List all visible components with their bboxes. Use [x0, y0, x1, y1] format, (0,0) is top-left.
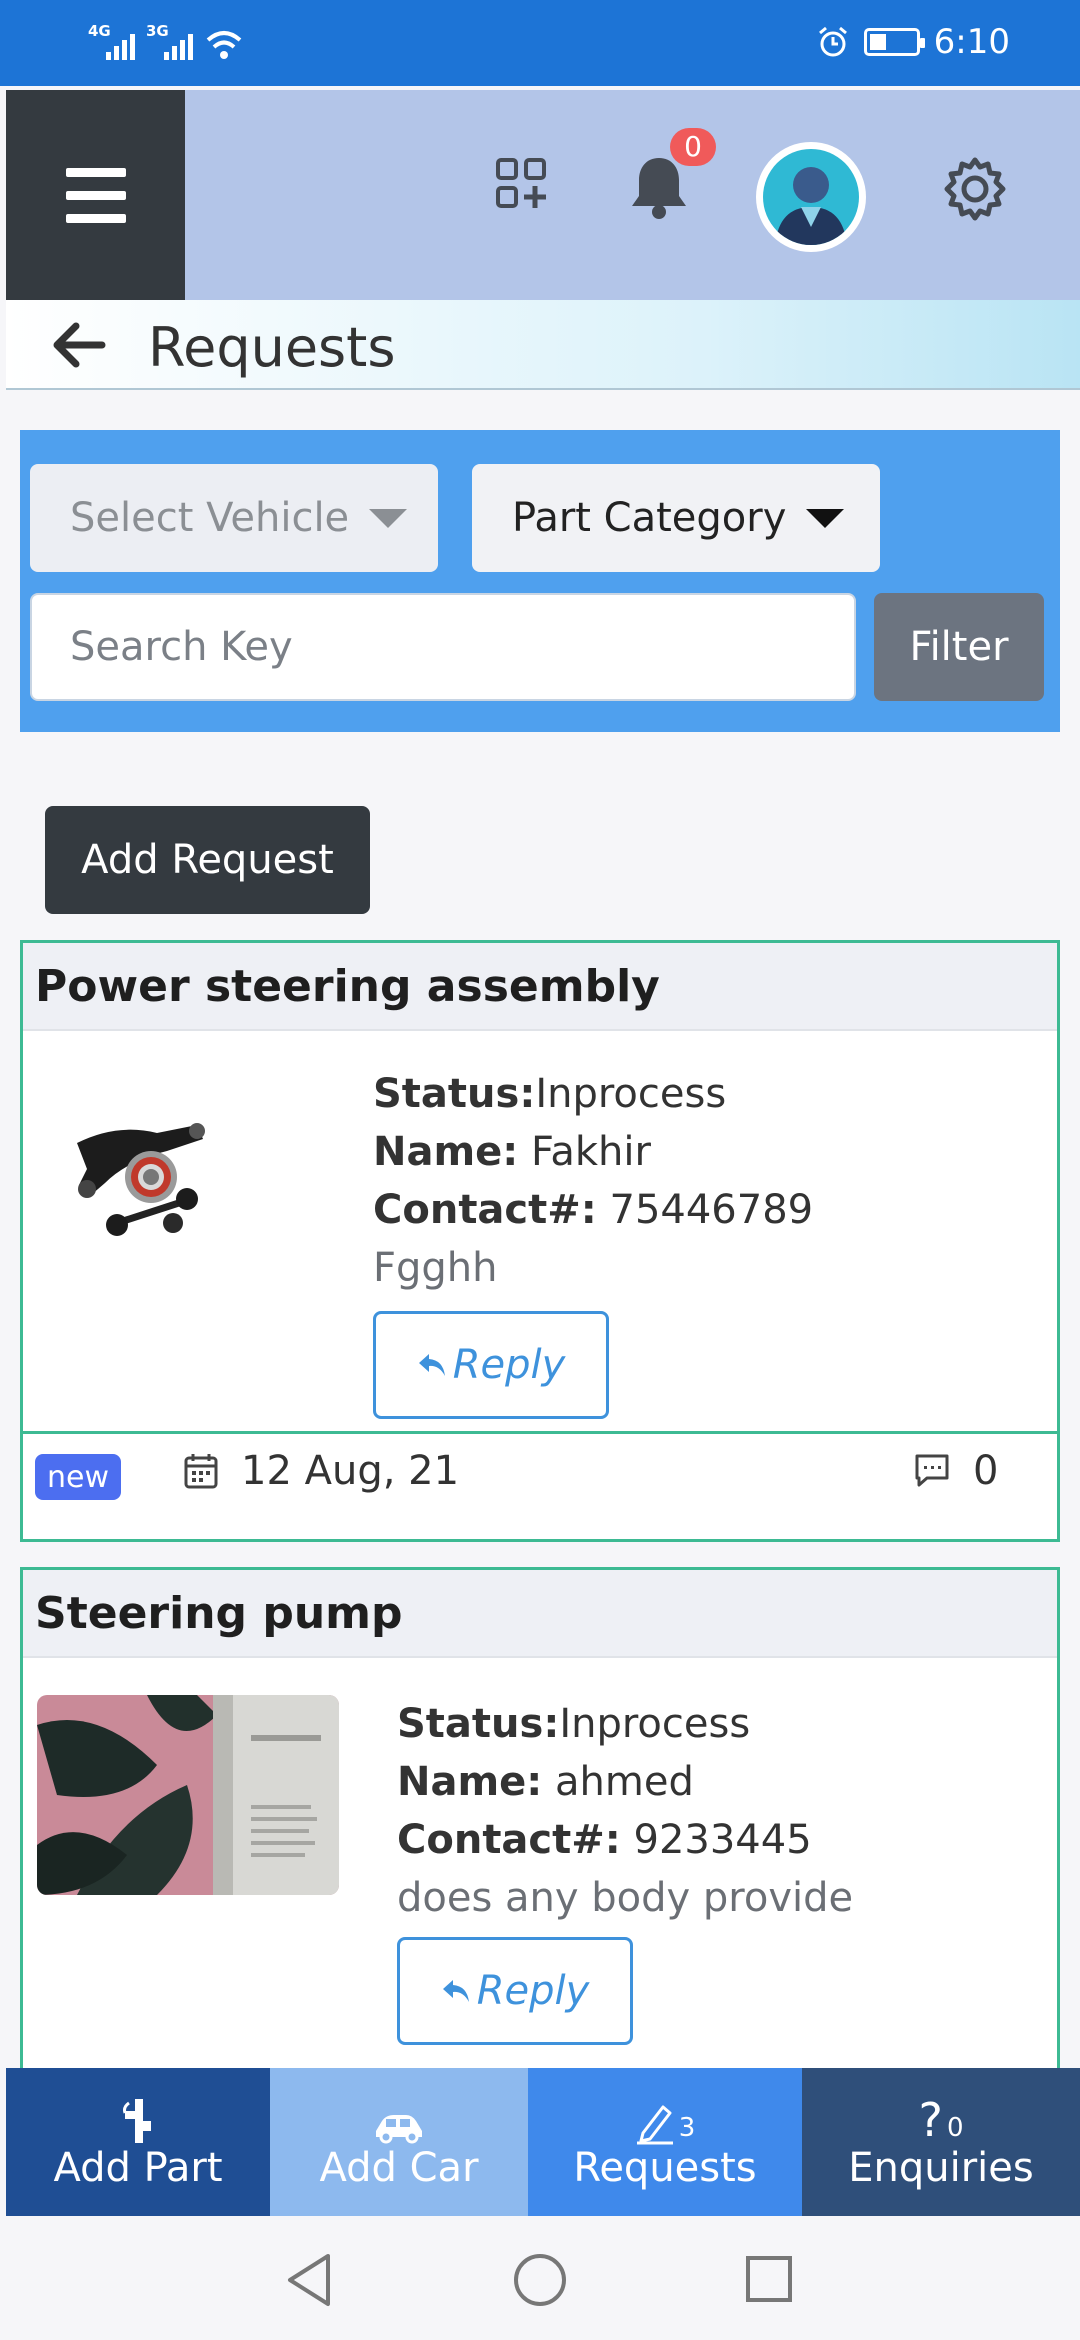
- add-request-button[interactable]: Add Request: [45, 806, 370, 914]
- request-details: Status:Inprocess Name: ahmed Contact#: 9…: [397, 1695, 853, 1927]
- reply-icon: [418, 1354, 445, 1376]
- part-category-select[interactable]: Part Category: [472, 464, 880, 572]
- nav-add-car[interactable]: Add Car: [270, 2068, 528, 2216]
- name-line: Name: ahmed: [397, 1759, 694, 1805]
- clock: 6:10: [933, 22, 1010, 62]
- request-title[interactable]: Steering pump: [35, 1588, 403, 1639]
- part-icon: [123, 2099, 151, 2143]
- qr-add-icon[interactable]: [496, 158, 548, 210]
- name-value: ahmed: [555, 1759, 694, 1805]
- reply-icon: [442, 1980, 469, 2002]
- nav-label: Add Car: [319, 2145, 479, 2191]
- page-title: Requests: [148, 316, 396, 379]
- name-value: Fakhir: [531, 1129, 651, 1175]
- contact-line: Contact#: 9233445: [397, 1817, 812, 1863]
- battery-icon: [863, 28, 925, 56]
- filter-button[interactable]: Filter: [874, 593, 1044, 701]
- car-icon: [376, 2115, 422, 2144]
- comment-icon[interactable]: [913, 1452, 951, 1490]
- gear-icon[interactable]: [940, 154, 1010, 224]
- part-image[interactable]: [37, 1695, 339, 1895]
- title-bar: Requests: [6, 300, 1080, 390]
- card-header: Steering pump: [23, 1570, 1057, 1658]
- app-header: 0: [6, 90, 1080, 300]
- vehicle-select[interactable]: Select Vehicle: [30, 464, 438, 572]
- search-input[interactable]: [30, 593, 856, 701]
- status-bar: 4G 3G 6:10: [0, 0, 1080, 86]
- question-icon: ?: [918, 2093, 943, 2147]
- wifi-icon: [206, 31, 242, 59]
- bottom-nav: Add Part Add Car 3 Requests ? 0 Enquirie…: [6, 2068, 1080, 2216]
- nav-label: Add Part: [53, 2145, 223, 2191]
- reply-button[interactable]: Reply: [373, 1311, 609, 1419]
- status-line: Status:Inprocess: [373, 1071, 727, 1117]
- part-category-label: Part Category: [512, 495, 787, 541]
- card-footer: new 12 Aug, 21 0: [23, 1431, 1057, 1539]
- pencil-icon: [636, 2105, 673, 2145]
- system-nav-bar: [0, 2216, 1080, 2340]
- contact-value: 75446789: [609, 1187, 814, 1233]
- system-home-icon[interactable]: [514, 2254, 566, 2306]
- contact-value: 9233445: [633, 1817, 812, 1863]
- status-value: Inprocess: [559, 1701, 751, 1747]
- card-header: Power steering assembly: [23, 943, 1057, 1031]
- request-date: 12 Aug, 21: [241, 1448, 460, 1494]
- vehicle-select-label: Select Vehicle: [70, 495, 350, 541]
- avatar[interactable]: [756, 142, 866, 252]
- request-details: Status:Inprocess Name: Fakhir Contact#: …: [373, 1065, 813, 1297]
- menu-button[interactable]: [6, 90, 185, 300]
- requests-count: 3: [678, 2113, 696, 2143]
- new-badge: new: [35, 1454, 121, 1500]
- system-back-icon[interactable]: [284, 2252, 334, 2308]
- reply-label: Reply: [452, 1342, 566, 1388]
- filter-panel: Select Vehicle Part Category Filter: [20, 430, 1060, 732]
- user-avatar-icon: [775, 167, 847, 245]
- reply-label: Reply: [476, 1968, 590, 2014]
- cell-signal-icon-2: 3G: [146, 22, 194, 62]
- nav-label: Requests: [573, 2145, 757, 2191]
- request-card: Steering pump Status:Inprocess Name: ahm…: [20, 1567, 1060, 2087]
- request-description: Fgghh: [373, 1245, 498, 1291]
- status-value: Inprocess: [535, 1071, 727, 1117]
- notification-badge: 0: [670, 128, 716, 166]
- enquiries-count: 0: [946, 2113, 964, 2143]
- reply-button[interactable]: Reply: [397, 1937, 633, 2045]
- status-line: Status:Inprocess: [397, 1701, 751, 1747]
- cell-signal-icon: 4G: [88, 22, 136, 62]
- alarm-icon: [818, 26, 847, 57]
- system-recents-icon[interactable]: [746, 2256, 792, 2302]
- request-title[interactable]: Power steering assembly: [35, 961, 660, 1012]
- contact-line: Contact#: 75446789: [373, 1187, 814, 1233]
- request-card: Power steering assembly Status:Inprocess…: [20, 940, 1060, 1542]
- caret-down-icon: [806, 508, 845, 528]
- nav-enquiries[interactable]: ? 0 Enquiries: [802, 2068, 1080, 2216]
- nav-add-part[interactable]: Add Part: [6, 2068, 270, 2216]
- caret-down-icon: [369, 508, 408, 528]
- menu-icon: [65, 167, 126, 177]
- request-description: does any body provide: [397, 1875, 854, 1921]
- nav-requests[interactable]: 3 Requests: [528, 2068, 802, 2216]
- name-line: Name: Fakhir: [373, 1129, 651, 1175]
- comment-count: 0: [973, 1448, 999, 1494]
- back-arrow-icon[interactable]: [50, 318, 106, 372]
- nav-label: Enquiries: [848, 2145, 1034, 2191]
- part-image[interactable]: [47, 1103, 247, 1253]
- calendar-icon: [184, 1454, 218, 1489]
